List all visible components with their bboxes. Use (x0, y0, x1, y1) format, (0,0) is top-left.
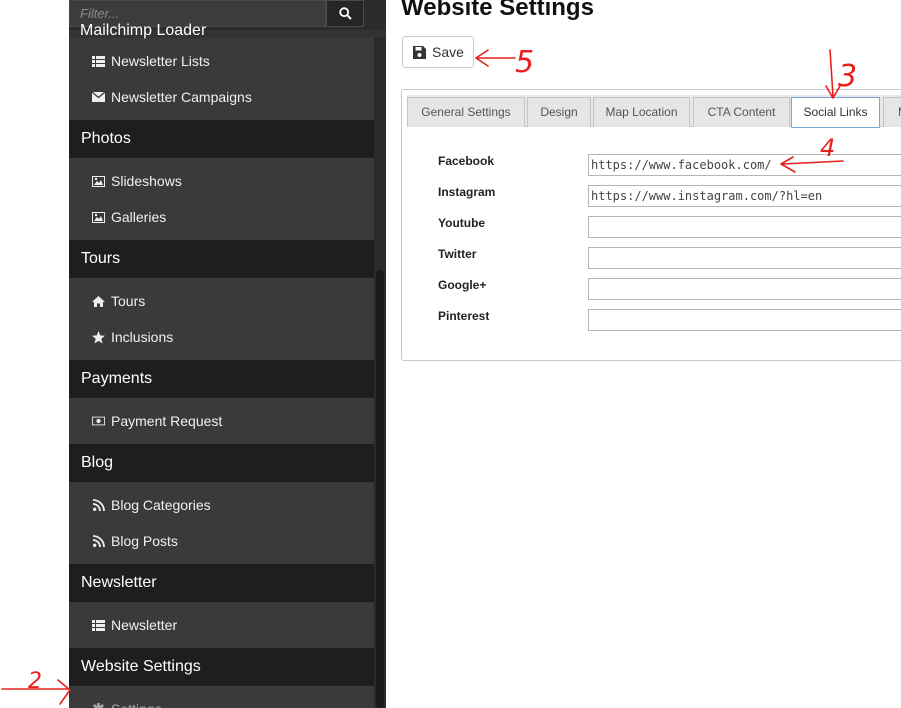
sidebar-item-newsletter-lists[interactable]: Newsletter Lists (69, 43, 374, 79)
section-header-newsletter: Newsletter (69, 564, 374, 602)
section-title: Mailchimp Loader (80, 22, 207, 39)
sidebar-menu: Mailchimp Loader Newsletter Lists Newsle… (69, 22, 374, 708)
section-header-blog: Blog (69, 444, 374, 482)
rss-icon (92, 535, 105, 548)
facebook-field[interactable] (588, 154, 901, 176)
youtube-label: Youtube (438, 216, 486, 230)
sidebar-item-galleries[interactable]: Galleries (69, 199, 374, 235)
sidebar-item-label: Blog Categories (111, 497, 211, 513)
page-title: Website Settings (401, 0, 594, 21)
tab-social-links[interactable]: Social Links (791, 97, 880, 128)
googleplus-label: Google+ (438, 278, 487, 292)
section-items: Slideshows Galleries (69, 158, 374, 240)
section-items: Payment Request (69, 398, 374, 444)
instagram-label: Instagram (438, 185, 496, 199)
money-icon (92, 415, 105, 428)
list-icon (92, 55, 105, 68)
tab-more[interactable]: M (883, 97, 901, 127)
youtube-field[interactable] (588, 216, 901, 238)
tab-bar: General Settings Design Map Location CTA… (407, 95, 901, 128)
tab-general-settings[interactable]: General Settings (407, 97, 525, 127)
sidebar-item-label: Slideshows (111, 173, 182, 189)
twitter-label: Twitter (438, 247, 477, 261)
home-icon (92, 295, 105, 308)
instagram-field[interactable] (588, 185, 901, 207)
star-icon (92, 330, 105, 344)
sidebar-item-newsletter[interactable]: Newsletter (69, 607, 374, 643)
search-icon (338, 7, 352, 20)
envelope-icon (92, 91, 105, 104)
sidebar-item-label: Newsletter Lists (111, 53, 210, 69)
sidebar-item-label: Newsletter (111, 617, 178, 633)
section-items: Settings (69, 686, 374, 708)
sidebar-item-label: Newsletter Campaigns (111, 89, 252, 105)
sidebar-item-label: Galleries (111, 209, 167, 225)
section-header-payments: Payments (69, 360, 374, 398)
settings-panel: General Settings Design Map Location CTA… (401, 89, 901, 361)
section-header-tours: Tours (69, 240, 374, 278)
sidebar-item-label: Tours (111, 293, 146, 309)
sidebar-item-slideshows[interactable]: Slideshows (69, 163, 374, 199)
tab-design[interactable]: Design (527, 97, 591, 127)
sidebar-item-label: Settings (111, 691, 162, 708)
section-header-photos: Photos (69, 120, 374, 158)
section-items: Newsletter (69, 602, 374, 648)
section-header-website-settings: Website Settings (69, 648, 374, 686)
tab-map-location[interactable]: Map Location (593, 97, 690, 127)
save-label: Save (432, 44, 464, 60)
search-button[interactable] (326, 0, 364, 27)
annotation-arrow-save (475, 49, 516, 67)
sidebar-item-label: Payment Request (111, 413, 223, 429)
pinterest-field[interactable] (588, 309, 901, 331)
image-icon (92, 211, 105, 224)
image-icon (92, 175, 105, 188)
sidebar-scrollbar[interactable] (374, 38, 386, 708)
annotation-number-5: 5 (515, 45, 534, 80)
annotation-arrow-settings (1, 679, 71, 705)
tab-cta-content[interactable]: CTA Content (693, 97, 790, 127)
rss-icon (92, 499, 105, 512)
twitter-field[interactable] (588, 247, 901, 269)
sidebar-item-blog-posts[interactable]: Blog Posts (69, 523, 374, 559)
sidebar-item-payment-request[interactable]: Payment Request (69, 403, 374, 439)
save-icon (413, 45, 426, 59)
sidebar-item-blog-categories[interactable]: Blog Categories (69, 487, 374, 523)
scrollbar-thumb[interactable] (376, 270, 384, 708)
sidebar-item-inclusions[interactable]: Inclusions (69, 319, 374, 355)
sidebar-item-tours[interactable]: Tours (69, 283, 374, 319)
list-icon (92, 619, 105, 632)
gear-icon (92, 702, 105, 708)
sidebar-item-label: Blog Posts (111, 533, 178, 549)
pinterest-label: Pinterest (438, 309, 490, 323)
facebook-label: Facebook (438, 154, 495, 168)
googleplus-field[interactable] (588, 278, 901, 300)
section-items: Blog Categories Blog Posts (69, 482, 374, 564)
section-items: Tours Inclusions (69, 278, 374, 360)
sidebar-item-settings[interactable]: Settings (69, 691, 374, 708)
section-items: Newsletter Lists Newsletter Campaigns (69, 38, 374, 120)
save-button[interactable]: Save (402, 36, 474, 68)
sidebar-item-label: Inclusions (111, 329, 174, 345)
annotation-number-2: 2 (28, 669, 42, 694)
sidebar-item-newsletter-campaigns[interactable]: Newsletter Campaigns (69, 79, 374, 115)
sidebar: Mailchimp Loader Newsletter Lists Newsle… (69, 0, 386, 708)
